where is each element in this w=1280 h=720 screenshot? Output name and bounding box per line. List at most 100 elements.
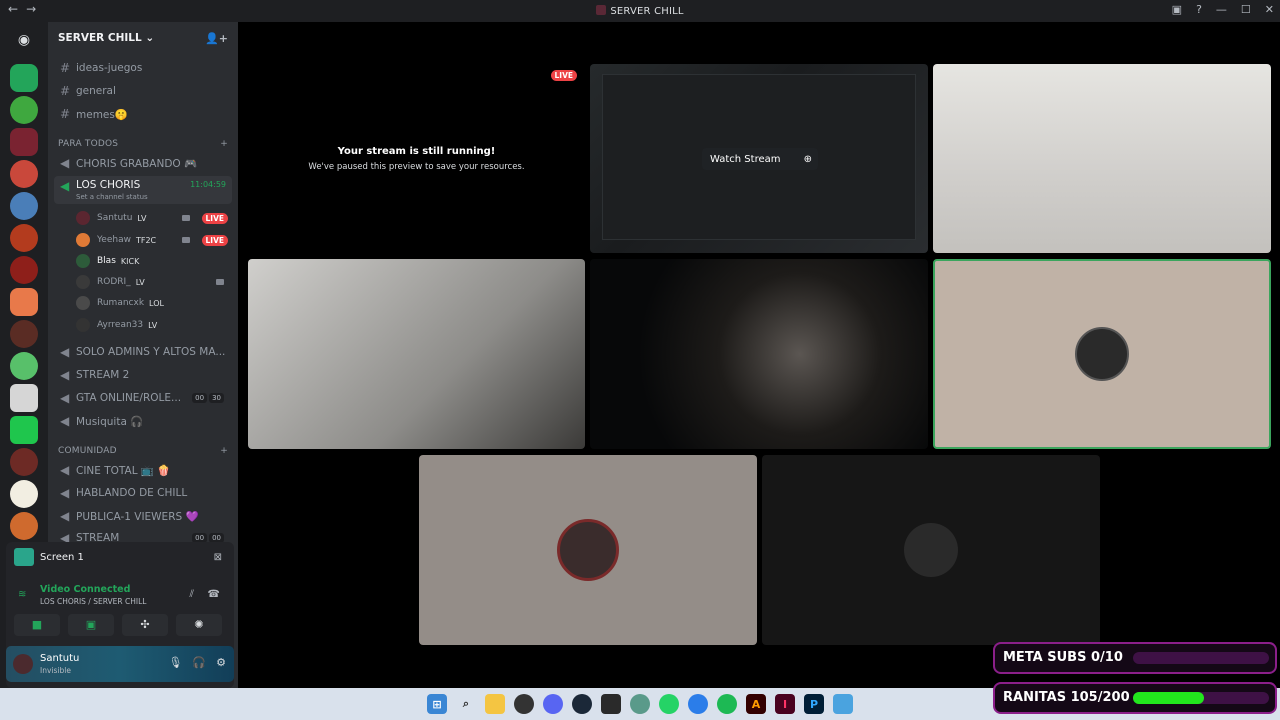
avatar [557,519,619,581]
microphone-icon[interactable]: 🎙 [168,656,182,669]
photoshop-icon[interactable]: P [804,694,824,714]
voice-user[interactable]: Santutu LV LIVE [76,209,228,227]
server-header[interactable]: SERVER CHILL ⌄ 👤+ [48,22,238,54]
channel-status[interactable]: Set a channel status [76,193,148,201]
server-icon[interactable] [10,288,38,316]
voice-user[interactable]: Rumancxk LOL [76,294,228,312]
epic-games-icon[interactable] [601,694,621,714]
video-tile[interactable] [419,455,757,645]
avatar[interactable] [13,654,33,674]
discord-home-icon[interactable]: ◉ [10,26,38,54]
server-icon[interactable] [10,96,38,124]
text-channel[interactable]: # memes🤫 [54,104,232,124]
video-tile[interactable] [590,259,928,449]
minimize-icon[interactable]: — [1216,3,1227,16]
illustrator-icon[interactable]: A [746,694,766,714]
server-icon[interactable] [10,320,38,348]
camera-button[interactable]: ■ [14,614,60,636]
signal-icon[interactable]: ≋ [18,589,26,600]
screen-share-row[interactable]: Screen 1 ⊠ [6,546,234,568]
add-channel-icon[interactable]: + [220,139,228,149]
activities-button[interactable]: ✣ [122,614,168,636]
disconnect-icon[interactable]: ☎ [208,589,220,600]
browser-icon[interactable] [630,694,650,714]
edge-icon[interactable] [688,694,708,714]
maximize-icon[interactable]: ☐ [1241,3,1251,16]
voice-channel[interactable]: ◀ SOLO ADMINS Y ALTOS MA... [54,342,232,362]
kick-icon[interactable] [10,416,38,444]
stream-tile[interactable]: Watch Stream ⊕ [590,64,928,253]
indesign-icon[interactable]: I [775,694,795,714]
video-tile-speaking[interactable] [933,259,1271,449]
voice-channel[interactable]: ◀ CINE TOTAL 📺 🍿 [54,460,232,480]
close-icon[interactable]: ✕ [1265,3,1274,16]
server-icon[interactable] [10,192,38,220]
call-timer: 11:04:59 [190,180,226,189]
connection-status[interactable]: Video Connected [40,584,130,595]
app-icon[interactable] [833,694,853,714]
server-icon[interactable] [10,512,38,540]
server-icon[interactable] [10,256,38,284]
server-icon[interactable] [10,224,38,252]
inbox-icon[interactable]: ▣ [1172,3,1182,16]
spotify-icon[interactable] [717,694,737,714]
voice-channel[interactable]: ◀ Musiquita 🎧 [54,411,232,431]
watch-stream-button[interactable]: Watch Stream ⊕ [702,148,818,170]
discord-icon[interactable] [543,694,563,714]
screen-icon: ▣ [85,618,97,631]
server-icon[interactable] [10,384,38,412]
voice-channel[interactable]: ◀ CHORIS GRABANDO 🎮 [54,153,232,173]
steam-icon[interactable] [572,694,592,714]
camera-icon: ■ [31,618,43,631]
soundboard-button[interactable]: ✺ [176,614,222,636]
voice-channel[interactable]: ◀ STREAM 2 [54,365,232,385]
server-icon[interactable] [10,448,38,476]
headphones-icon[interactable]: 🎧 [192,656,206,669]
server-icon[interactable] [10,64,38,92]
noise-suppression-icon[interactable]: ⫽ [190,589,194,600]
help-icon[interactable]: ? [1196,3,1202,16]
server-icon[interactable] [10,128,38,156]
user-status: Invisible [40,666,71,675]
stop-share-icon[interactable]: ⊠ [214,552,222,563]
server-icon[interactable] [10,160,38,188]
text-channel[interactable]: # ideas-juegos [54,58,232,78]
voice-channel[interactable]: ◀ PUBLICA-1 VIEWERS 💜 [54,506,232,526]
progress-fill [1133,692,1205,704]
voice-channel[interactable]: ◀ GTA ONLINE/ROLE... 00 30 [54,388,232,408]
server-icon[interactable] [10,480,38,508]
search-icon[interactable]: ⌕ [456,694,476,714]
voice-user[interactable]: RODRI_ LV [76,273,228,291]
voice-user[interactable]: Ayrrean33 LV [76,316,228,334]
video-stage: LIVE Your stream is still running! We've… [238,22,1280,688]
file-explorer-icon[interactable] [485,694,505,714]
video-tile[interactable] [762,455,1100,645]
start-icon[interactable]: ⊞ [427,694,447,714]
meta-subs-progress [1133,652,1269,664]
camera-icon [216,279,224,285]
voice-user[interactable]: Yeehaw TF2C LIVE [76,231,228,249]
add-channel-icon[interactable]: + [220,446,228,456]
category-header[interactable]: PARA TODOS + [58,139,228,149]
avatar [76,275,90,289]
stream-tile-paused[interactable]: LIVE Your stream is still running! We've… [248,64,585,253]
text-channel[interactable]: # general [54,81,232,101]
video-tile[interactable] [933,64,1271,253]
invite-icon[interactable]: 👤+ [205,32,228,45]
username[interactable]: Santutu [40,653,79,664]
voice-panel: Screen 1 ⊠ ≋ Video Connected LOS CHORIS … [6,542,234,688]
voice-user[interactable]: Blas KICK [76,252,228,270]
settings-gear-icon[interactable]: ⚙ [216,656,226,669]
hash-icon: # [60,107,71,121]
category-header[interactable]: COMUNIDAD + [58,446,228,456]
video-tile[interactable] [248,259,585,449]
server-icon[interactable] [10,352,38,380]
whatsapp-icon[interactable] [659,694,679,714]
connection-location: LOS CHORIS / SERVER CHILL [40,597,147,606]
live-badge: LIVE [201,234,228,246]
obs-icon[interactable] [514,694,534,714]
voice-channel-active[interactable]: ◀ LOS CHORIS 11:04:59 Set a channel stat… [54,176,232,204]
avatar [76,233,90,247]
voice-channel[interactable]: ◀ HABLANDO DE CHILL [54,483,232,503]
share-screen-button[interactable]: ▣ [68,614,114,636]
